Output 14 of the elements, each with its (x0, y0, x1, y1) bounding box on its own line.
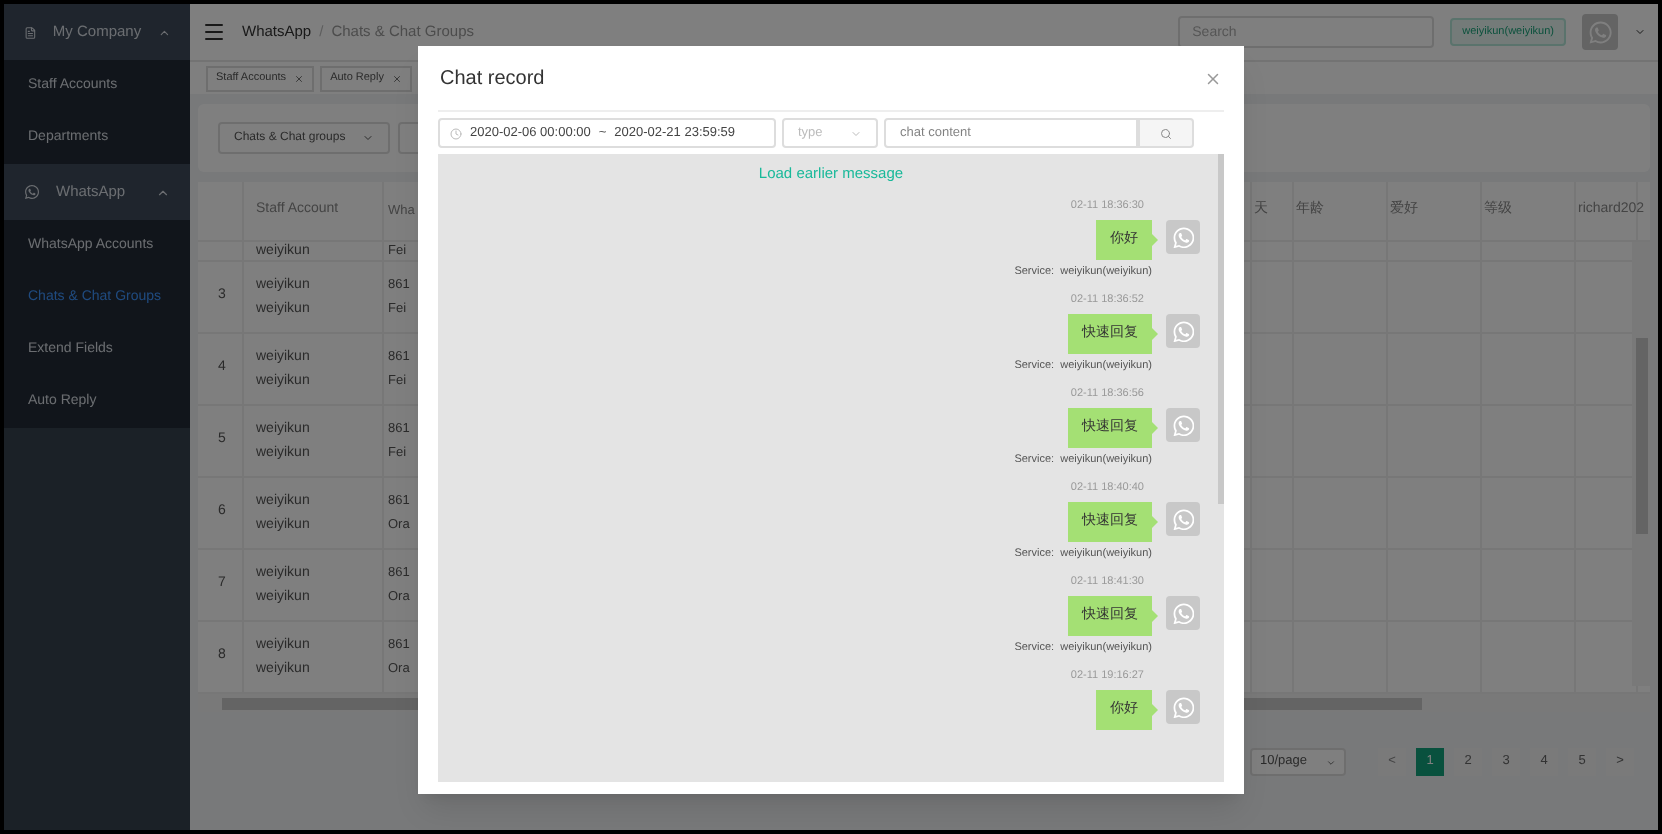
chevron-up-icon (157, 25, 170, 39)
document-icon (24, 25, 37, 39)
clock-icon (450, 127, 462, 139)
menu-icon[interactable] (202, 20, 226, 44)
chevron-down-icon (850, 127, 862, 139)
dialog-title: Chat record (440, 65, 545, 93)
close-icon[interactable] (1204, 69, 1222, 87)
chevron-down-icon (361, 132, 374, 144)
chevron-up-icon (156, 185, 170, 199)
vertical-scrollbar[interactable] (1632, 242, 1650, 686)
phone-bubble-icon (24, 184, 40, 200)
caret-icon[interactable] (1634, 26, 1646, 38)
search-icon (1160, 127, 1172, 139)
chevron-down-icon (1326, 757, 1336, 767)
